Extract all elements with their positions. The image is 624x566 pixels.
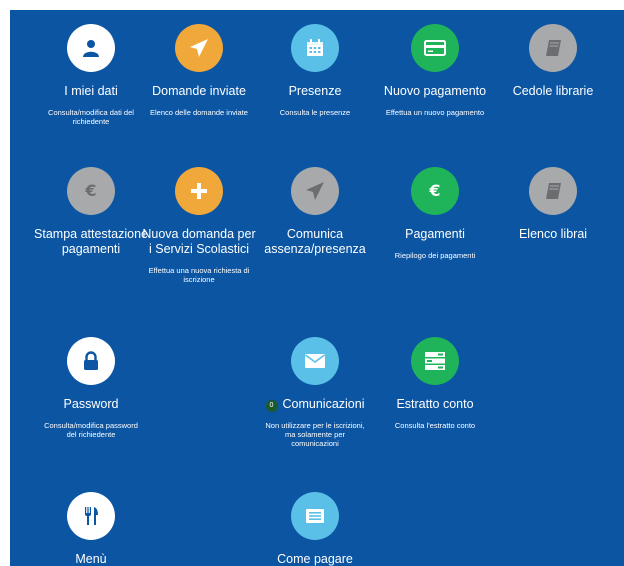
tile-title: Come pagare (277, 552, 353, 566)
tile-nuovo-pagamento[interactable]: Nuovo pagamento Effettua un nuovo pagame… (376, 24, 494, 117)
tile-title-label: Comunicazioni (282, 397, 365, 411)
paper-plane-icon (306, 182, 324, 200)
tile-title: Comunica assenza/presenza (264, 227, 366, 256)
tile-title: Nuova domanda per i Servizi Scolastici (142, 227, 256, 256)
tile-menu[interactable]: Menù (32, 492, 150, 566)
tile-nuova-domanda[interactable]: Nuova domanda per i Servizi Scolastici E… (140, 167, 258, 284)
tile-elenco-librai[interactable]: Elenco librai (494, 167, 612, 242)
tile-description: Effettua un nuovo pagamento (385, 108, 485, 117)
tile-circle (175, 24, 223, 72)
tile-pagamenti[interactable]: € Pagamenti Riepilogo dei pagamenti (376, 167, 494, 260)
tile-comunica-assenza[interactable]: Comunica assenza/presenza (256, 167, 374, 257)
tile-title: Elenco librai (518, 227, 588, 241)
tile-title: I miei dati (64, 84, 118, 98)
book-icon (546, 40, 561, 56)
euro-icon: € (84, 181, 96, 200)
tile-description: Non utilizzare per le iscrizioni, ma sol… (265, 421, 365, 448)
list-icon (425, 352, 445, 370)
plus-icon (191, 183, 207, 199)
envelope-icon (305, 354, 325, 368)
tile-description: Effettua una nuova richiesta di iscrizio… (148, 266, 250, 284)
cutlery-icon (85, 507, 98, 525)
tile-title: Estratto conto (396, 397, 474, 411)
tile-circle (291, 337, 339, 385)
paper-plane-icon (190, 39, 208, 57)
tile-title: Stampa attestazione pagamenti (34, 227, 148, 256)
tile-circle (67, 337, 115, 385)
calendar-icon (307, 39, 323, 56)
tile-come-pagare[interactable]: Come pagare (256, 492, 374, 566)
tile-description: Consulta/modifica password del richieden… (44, 421, 138, 439)
tile-presenze[interactable]: Presenze Consulta le presenze (256, 24, 374, 117)
tile-title: Password (63, 397, 119, 411)
tile-i-miei-dati[interactable]: I miei dati Consulta/modifica dati del r… (32, 24, 150, 126)
tile-description: Consulta l'estratto conto (394, 421, 476, 430)
tile-password[interactable]: Password Consulta/modifica password del … (32, 337, 150, 439)
tile-title: Cedole librarie (512, 84, 594, 98)
tile-circle (411, 24, 459, 72)
tile-circle (291, 167, 339, 215)
user-icon (83, 40, 99, 57)
euro-icon: € (428, 181, 440, 200)
tile-description: Consulta/modifica dati del richiedente (48, 108, 134, 126)
tile-stampa-attestazione[interactable]: € Stampa attestazione pagamenti (32, 167, 150, 257)
tile-circle: € (67, 167, 115, 215)
tile-circle (175, 167, 223, 215)
tile-circle (529, 167, 577, 215)
tile-title: Pagamenti (405, 227, 465, 241)
tile-estratto-conto[interactable]: Estratto conto Consulta l'estratto conto (376, 337, 494, 430)
tile-title: 0 Comunicazioni (256, 397, 374, 412)
tile-circle (67, 24, 115, 72)
tile-title: Presenze (288, 84, 342, 98)
lock-icon (84, 351, 98, 370)
tile-description: Elenco delle domande inviate (150, 108, 248, 117)
tile-circle (411, 337, 459, 385)
svg-text:€: € (84, 181, 96, 200)
unread-count-badge: 0 (265, 400, 278, 412)
tile-title: Menù (75, 552, 107, 566)
tile-circle (291, 24, 339, 72)
svg-text:€: € (428, 181, 440, 200)
tile-circle (291, 492, 339, 540)
tile-description: Consulta le presenze (279, 108, 351, 117)
credit-card-icon (424, 40, 446, 56)
tile-circle (529, 24, 577, 72)
book-icon (546, 183, 561, 199)
tile-cedole-librarie[interactable]: Cedole librarie (494, 24, 612, 99)
tile-domande-inviate[interactable]: Domande inviate Elenco delle domande inv… (140, 24, 258, 117)
tile-description: Riepilogo dei pagamenti (394, 251, 476, 260)
tile-comunicazioni[interactable]: 0 Comunicazioni Non utilizzare per le isc… (256, 337, 374, 448)
document-icon (306, 509, 324, 523)
tile-title: Domande inviate (152, 84, 246, 98)
tile-title: Nuovo pagamento (383, 84, 487, 98)
tile-circle: € (411, 167, 459, 215)
tile-circle (67, 492, 115, 540)
services-panel: I miei dati Consulta/modifica dati del r… (10, 10, 624, 566)
